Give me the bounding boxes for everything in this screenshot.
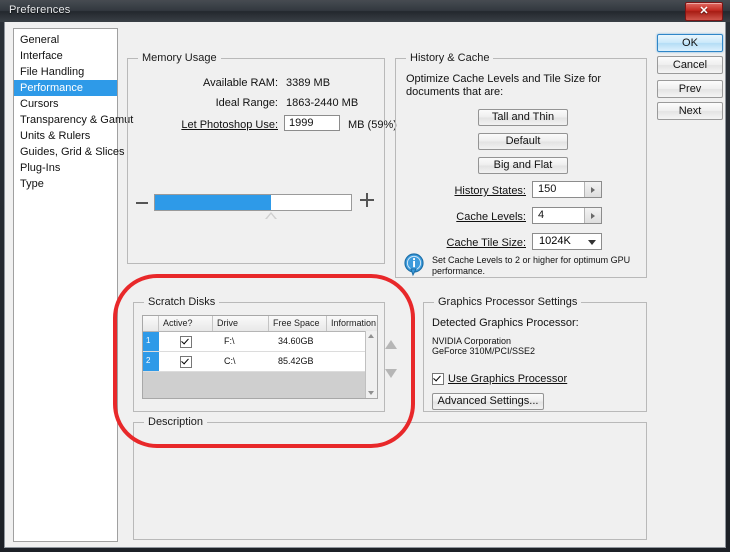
graphics-processor-group: Graphics Processor Settings Detected Gra… xyxy=(423,296,647,412)
sidebar-item-plug-ins[interactable]: Plug-Ins xyxy=(14,160,117,176)
memory-slider-thumb[interactable] xyxy=(264,212,277,219)
history-states-label: History States: xyxy=(454,185,526,197)
column-header-active: Active? xyxy=(159,316,213,331)
scratch-disks-table[interactable]: Active? Drive Free Space Information 1 F:… xyxy=(142,315,378,399)
sidebar-item-guides-grid-slices[interactable]: Guides, Grid & Slices xyxy=(14,144,125,160)
row-index: 1 xyxy=(143,332,159,351)
cache-tile-size-label: Cache Tile Size: xyxy=(446,237,526,249)
memory-usage-group: Memory Usage Available RAM: 3389 MB Idea… xyxy=(127,52,397,264)
history-cache-title: History & Cache xyxy=(406,52,494,64)
category-list[interactable]: General Interface File Handling Performance… xyxy=(13,28,133,542)
scratch-disks-title: Scratch Disks xyxy=(144,296,220,308)
close-icon: ✕ xyxy=(699,5,709,17)
cache-tile-size-value: 1024K xyxy=(539,235,571,247)
table-scrollbar[interactable] xyxy=(365,331,377,398)
column-header-drive: Drive xyxy=(213,316,269,331)
table-row[interactable]: 2 C:\ 85.42GB xyxy=(143,352,377,372)
available-ram-label: Available RAM: xyxy=(203,77,278,89)
gpu-vendor: NVIDIA Corporation xyxy=(432,336,512,346)
preferences-window: Preferences ✕ General Interface File Handl… xyxy=(0,0,730,552)
let-photoshop-use-input[interactable] xyxy=(284,115,340,131)
row-drive: F:\ xyxy=(224,336,235,346)
checkbox-icon xyxy=(432,373,444,386)
column-header-index xyxy=(143,316,159,331)
cache-levels-label: Cache Levels: xyxy=(456,211,526,223)
let-photoshop-use-label: Let Photoshop Use: xyxy=(181,119,278,131)
row-free-space: 34.60GB xyxy=(278,336,314,346)
row-free-space: 85.42GB xyxy=(278,356,314,366)
advanced-settings-button[interactable]: Advanced Settings... xyxy=(432,393,544,410)
big-and-flat-button[interactable]: Big and Flat xyxy=(478,157,568,174)
column-header-free-space: Free Space xyxy=(269,316,327,331)
let-photoshop-use-suffix: MB (59%) xyxy=(348,119,397,131)
title-bar-gloss xyxy=(0,0,730,22)
scroll-down-icon[interactable] xyxy=(368,391,374,395)
move-up-icon[interactable] xyxy=(385,340,397,349)
row-active-checkbox[interactable] xyxy=(159,332,213,351)
info-icon xyxy=(404,253,426,277)
sidebar-item-interface[interactable]: Interface xyxy=(14,48,117,64)
slider-decrease-icon[interactable] xyxy=(136,197,148,209)
cache-levels-stepper[interactable]: 4 xyxy=(532,207,602,224)
dialog-body: General Interface File Handling Performance… xyxy=(4,22,726,548)
scroll-up-icon[interactable] xyxy=(368,334,374,338)
row-active-checkbox[interactable] xyxy=(159,352,213,371)
slider-increase-icon[interactable] xyxy=(360,193,374,207)
sidebar-item-performance[interactable]: Performance xyxy=(14,80,117,96)
chevron-down-icon xyxy=(588,240,596,245)
column-header-information: Information xyxy=(331,318,377,328)
history-cache-description: Optimize Cache Levels and Tile Size for … xyxy=(406,73,602,98)
description-title: Description xyxy=(144,416,208,428)
memory-usage-title: Memory Usage xyxy=(138,52,221,64)
checkbox-icon xyxy=(180,355,192,368)
use-graphics-processor-checkbox[interactable]: Use Graphics Processor xyxy=(432,373,568,386)
gpu-model: GeForce 310M/PCI/SSE2 xyxy=(432,346,536,356)
title-bar: Preferences ✕ xyxy=(0,0,730,22)
ok-button[interactable]: OK xyxy=(657,34,723,52)
available-ram-value: 3389 MB xyxy=(286,77,331,89)
table-row[interactable]: 1 F:\ 34.60GB xyxy=(143,332,377,352)
sidebar-item-cursors[interactable]: Cursors xyxy=(14,96,117,112)
detected-gpu-label: Detected Graphics Processor: xyxy=(432,317,579,329)
cache-levels-value: 4 xyxy=(538,209,545,221)
history-states-arrow-icon[interactable] xyxy=(584,182,601,197)
description-group: Description xyxy=(133,416,647,540)
graphics-processor-title: Graphics Processor Settings xyxy=(434,296,582,308)
ideal-range-label: Ideal Range: xyxy=(215,97,278,109)
table-body: 1 F:\ 34.60GB 2 C:\ 85.42GB xyxy=(143,332,377,372)
sidebar-item-units-rulers[interactable]: Units & Rulers xyxy=(14,128,117,144)
row-index: 2 xyxy=(143,352,159,371)
window-title: Preferences xyxy=(9,4,71,16)
table-header-row: Active? Drive Free Space Information xyxy=(143,316,377,332)
history-states-stepper[interactable]: 150 xyxy=(532,181,602,198)
next-button[interactable]: Next xyxy=(657,102,723,120)
memory-slider-fill xyxy=(155,195,271,210)
move-down-icon[interactable] xyxy=(385,369,397,378)
sidebar-item-file-handling[interactable]: File Handling xyxy=(14,64,117,80)
scratch-disks-group: Scratch Disks Active? Drive Free Space I… xyxy=(133,296,385,412)
tall-and-thin-button[interactable]: Tall and Thin xyxy=(478,109,568,126)
checkbox-icon xyxy=(180,335,192,348)
close-button[interactable]: ✕ xyxy=(685,2,723,21)
history-states-value: 150 xyxy=(538,183,557,195)
prev-button[interactable]: Prev xyxy=(657,80,723,98)
use-graphics-processor-label: Use Graphics Processor xyxy=(448,373,568,386)
scratch-disk-reorder-controls[interactable] xyxy=(385,340,399,378)
cancel-button[interactable]: Cancel xyxy=(657,56,723,74)
default-button[interactable]: Default xyxy=(478,133,568,150)
sidebar-item-transparency-gamut[interactable]: Transparency & Gamut xyxy=(14,112,133,128)
history-cache-group: History & Cache Optimize Cache Levels an… xyxy=(395,52,647,278)
row-drive: C:\ xyxy=(224,356,236,366)
cache-tile-size-select[interactable]: 1024K xyxy=(532,233,602,250)
cache-levels-arrow-icon[interactable] xyxy=(584,208,601,223)
ideal-range-value: 1863-2440 MB xyxy=(286,97,359,109)
info-note-text: Set Cache Levels to 2 or higher for opti… xyxy=(432,255,631,276)
memory-slider-track[interactable] xyxy=(154,194,352,211)
sidebar-item-type[interactable]: Type xyxy=(14,176,117,192)
sidebar-item-general[interactable]: General xyxy=(14,32,117,48)
